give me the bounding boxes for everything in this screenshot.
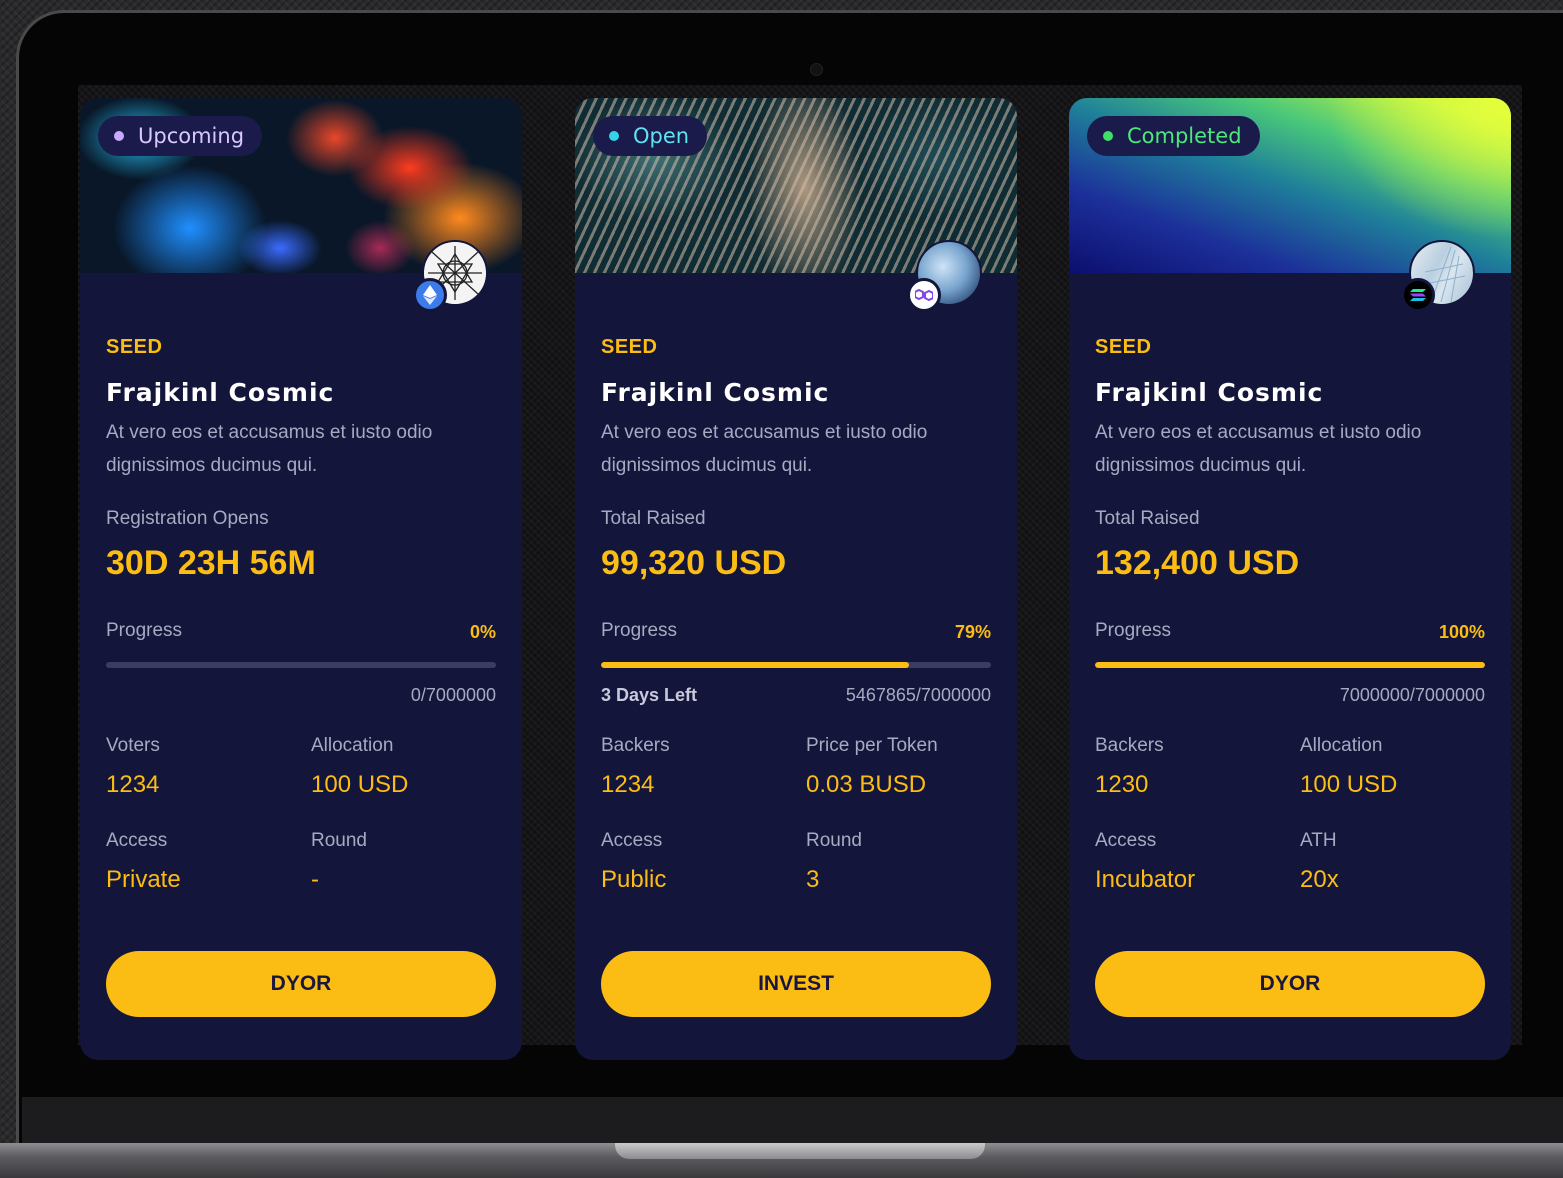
progress-label: Progress — [1095, 620, 1172, 641]
stat-value: 100 USD — [1300, 771, 1398, 798]
status-label: Open — [633, 124, 690, 148]
project-card-open[interactable]: Open SEED Frajkinl Cosmic At vero eos et… — [575, 98, 1017, 1060]
metric-label: Total Raised — [1095, 508, 1200, 529]
status-label: Upcoming — [138, 124, 245, 148]
progress-counts: 7000000/7000000 — [1339, 685, 1485, 705]
status-badge: Upcoming — [98, 116, 263, 156]
progress-bar — [106, 662, 496, 668]
stat-value: 20x — [1300, 866, 1339, 893]
polygon-icon — [907, 278, 941, 312]
stat-value: 1234 — [601, 771, 655, 798]
ethereum-icon — [413, 278, 447, 312]
project-title: Frajkinl Cosmic — [601, 378, 830, 407]
dyor-button[interactable]: DYOR — [106, 951, 496, 1017]
progress-fill — [1095, 662, 1485, 668]
metric-value: 132,400 USD — [1095, 544, 1300, 582]
stat-value: 1234 — [106, 771, 160, 798]
progress-bar — [601, 662, 991, 668]
stat-label: Round — [311, 830, 367, 851]
status-badge: Completed — [1087, 116, 1260, 156]
progress-percent: 100% — [1438, 622, 1485, 642]
stat-value: Private — [106, 866, 181, 893]
stat-value: 100 USD — [311, 771, 409, 798]
metric-label: Total Raised — [601, 508, 706, 529]
metric-value: 30D 23H 56M — [106, 544, 316, 582]
status-badge: Open — [593, 116, 708, 156]
dyor-button[interactable]: DYOR — [1095, 951, 1485, 1017]
webcam-icon — [810, 63, 823, 76]
stat-label: Backers — [601, 735, 670, 756]
status-dot-icon — [1103, 131, 1113, 141]
project-title: Frajkinl Cosmic — [1095, 378, 1324, 407]
metric-value: 99,320 USD — [601, 544, 787, 582]
progress-bar — [1095, 662, 1485, 668]
stat-label: Backers — [1095, 735, 1164, 756]
laptop-hinge — [615, 1143, 985, 1159]
progress-percent: 0% — [469, 622, 496, 642]
invest-button[interactable]: INVEST — [601, 951, 991, 1017]
stat-value: - — [311, 866, 319, 893]
stat-value: 1230 — [1095, 771, 1149, 798]
metric-label: Registration Opens — [106, 508, 269, 529]
bezel-bottom — [22, 1097, 1563, 1143]
progress-counts: 5467865/7000000 — [845, 685, 991, 705]
progress-label: Progress — [106, 620, 183, 641]
project-title: Frajkinl Cosmic — [106, 378, 335, 407]
status-label: Completed — [1127, 124, 1242, 148]
stat-label: Voters — [106, 735, 160, 756]
stat-value: 3 — [806, 866, 820, 893]
status-dot-icon — [114, 131, 124, 141]
project-card-completed[interactable]: Completed SEED Frajkinl Cosmic At vero e… — [1069, 98, 1511, 1060]
stat-label: Price per Token — [806, 735, 938, 756]
project-description: At vero eos et accusamus et iusto odio d… — [106, 422, 433, 476]
tier-label: SEED — [601, 336, 658, 358]
status-dot-icon — [609, 131, 619, 141]
stat-label: Access — [601, 830, 663, 851]
stat-label: Allocation — [311, 735, 394, 756]
stat-value: Public — [601, 866, 667, 893]
project-card-upcoming[interactable]: Upcoming SEED Frajkinl Cosmic At vero eo… — [80, 98, 522, 1060]
stat-label: Access — [106, 830, 168, 851]
stat-value: 0.03 BUSD — [806, 771, 927, 798]
tier-label: SEED — [1095, 336, 1152, 358]
days-left: 3 Days Left — [601, 685, 698, 705]
project-description: At vero eos et accusamus et iusto odio d… — [1095, 422, 1422, 476]
project-description: At vero eos et accusamus et iusto odio d… — [601, 422, 928, 476]
progress-counts: 0/7000000 — [410, 685, 496, 705]
stat-value: Incubator — [1095, 866, 1196, 893]
tier-label: SEED — [106, 336, 163, 358]
progress-percent: 79% — [954, 622, 991, 642]
stat-label: Allocation — [1300, 735, 1383, 756]
stat-label: Round — [806, 830, 862, 851]
progress-fill — [601, 662, 910, 668]
solana-icon — [1401, 278, 1435, 312]
progress-label: Progress — [601, 620, 678, 641]
stat-label: ATH — [1300, 830, 1337, 851]
stat-label: Access — [1095, 830, 1157, 851]
